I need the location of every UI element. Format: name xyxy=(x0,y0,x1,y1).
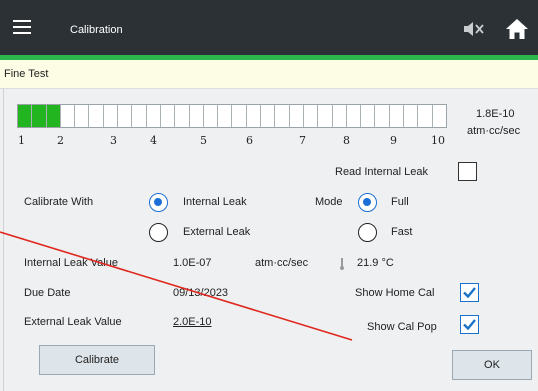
subheader: Fine Test xyxy=(0,60,538,89)
mode-fast-radio[interactable] xyxy=(358,223,377,242)
leak-bar-segment xyxy=(232,105,247,127)
leak-bar-segment xyxy=(18,105,33,127)
leak-bar-tick-label: 1 xyxy=(18,134,25,147)
leak-bar-segment xyxy=(147,105,161,127)
leak-bar-tick-label: 10 xyxy=(431,134,445,147)
read-internal-leak-label: Read Internal Leak xyxy=(335,166,428,178)
leak-bar-ticks: 1 2 3 4 5 6 7 8 9 10 xyxy=(0,134,538,148)
leak-bar-segment xyxy=(290,105,304,127)
thermometer-icon xyxy=(340,258,344,270)
mode-full-radio[interactable] xyxy=(358,193,377,212)
leak-bar-segment xyxy=(318,105,333,127)
leak-bar-segment xyxy=(75,105,90,127)
leak-bar-segment xyxy=(104,105,119,127)
leak-bar-tick-label: 4 xyxy=(150,134,157,147)
leak-bar-segment xyxy=(46,105,61,127)
leak-bar-segment xyxy=(390,105,405,127)
leak-bar-tick-label: 5 xyxy=(200,134,207,147)
leak-reading-unit: atm·cc/sec xyxy=(467,125,521,137)
leak-bar-segment xyxy=(175,105,190,127)
external-leak-radio-label: External Leak xyxy=(183,226,251,238)
mode-fast-label: Fast xyxy=(391,226,413,238)
leak-bar-segment xyxy=(161,105,176,127)
checkmark-icon xyxy=(463,287,476,299)
leak-bar-segment xyxy=(61,105,76,127)
mode-full-label: Full xyxy=(391,196,409,208)
external-leak-value[interactable]: 2.0E-10 xyxy=(173,316,212,328)
home-icon[interactable] xyxy=(505,17,529,41)
leak-bar-tick-label: 3 xyxy=(110,134,117,147)
calibrate-with-label: Calibrate With xyxy=(24,196,94,208)
calibrate-button[interactable]: Calibrate xyxy=(39,345,155,375)
leak-bar-tick-label: 9 xyxy=(390,134,397,147)
leak-bar-tick-label: 8 xyxy=(343,134,350,147)
leak-bar-segment xyxy=(32,105,47,127)
leak-bar-segment xyxy=(347,105,362,127)
leak-bar-segment xyxy=(433,105,446,127)
due-date-label: Due Date xyxy=(24,287,71,299)
external-leak-radio[interactable] xyxy=(149,223,168,242)
leak-reading-value: 1.8E-10 xyxy=(476,108,515,120)
leak-bar-segment xyxy=(418,105,433,127)
internal-leak-value-label: Internal Leak Value xyxy=(24,257,118,269)
temperature-value: 21.9 °C xyxy=(357,257,394,269)
page-title: Calibration xyxy=(70,24,123,36)
leak-bar-graph xyxy=(17,104,447,128)
leak-bar-segment xyxy=(118,105,133,127)
read-internal-leak-checkbox[interactable] xyxy=(458,162,477,181)
leak-bar-segment xyxy=(304,105,319,127)
ok-button[interactable]: OK xyxy=(452,350,532,380)
show-home-cal-label: Show Home Cal xyxy=(355,287,435,299)
leak-bar-tick-label: 7 xyxy=(299,134,306,147)
title-bar: Calibration xyxy=(0,0,538,60)
due-date-value: 09/13/2023 xyxy=(173,287,229,299)
show-cal-pop-label: Show Cal Pop xyxy=(367,321,437,333)
leak-bar-segment xyxy=(204,105,219,127)
leak-bar-segment xyxy=(375,105,390,127)
leak-bar-tick-label: 6 xyxy=(246,134,253,147)
mode-label: Mode xyxy=(315,196,343,208)
checkmark-icon xyxy=(463,319,476,331)
internal-leak-radio-label: Internal Leak xyxy=(183,196,247,208)
hamburger-menu-icon[interactable] xyxy=(13,20,31,34)
external-leak-value-label: External Leak Value xyxy=(24,316,122,328)
subheader-title: Fine Test xyxy=(4,68,49,80)
show-cal-pop-checkbox[interactable] xyxy=(460,315,479,334)
leak-bar-segment xyxy=(89,105,104,127)
leak-bar-segment xyxy=(218,105,233,127)
leak-bar-segment xyxy=(247,105,262,127)
leak-bar-segment xyxy=(404,105,419,127)
leak-bar-segment xyxy=(361,105,376,127)
leak-bar-segment xyxy=(261,105,276,127)
internal-leak-radio[interactable] xyxy=(149,193,168,212)
speaker-muted-icon[interactable] xyxy=(462,19,486,39)
leak-bar-segment xyxy=(190,105,204,127)
leak-bar-segment xyxy=(333,105,347,127)
leak-bar-segment xyxy=(132,105,147,127)
internal-leak-value: 1.0E-07 xyxy=(173,257,212,269)
internal-leak-unit: atm·cc/sec xyxy=(255,257,309,269)
leak-bar-segment xyxy=(275,105,290,127)
leak-bar-tick-label: 2 xyxy=(57,134,64,147)
show-home-cal-checkbox[interactable] xyxy=(460,283,479,302)
